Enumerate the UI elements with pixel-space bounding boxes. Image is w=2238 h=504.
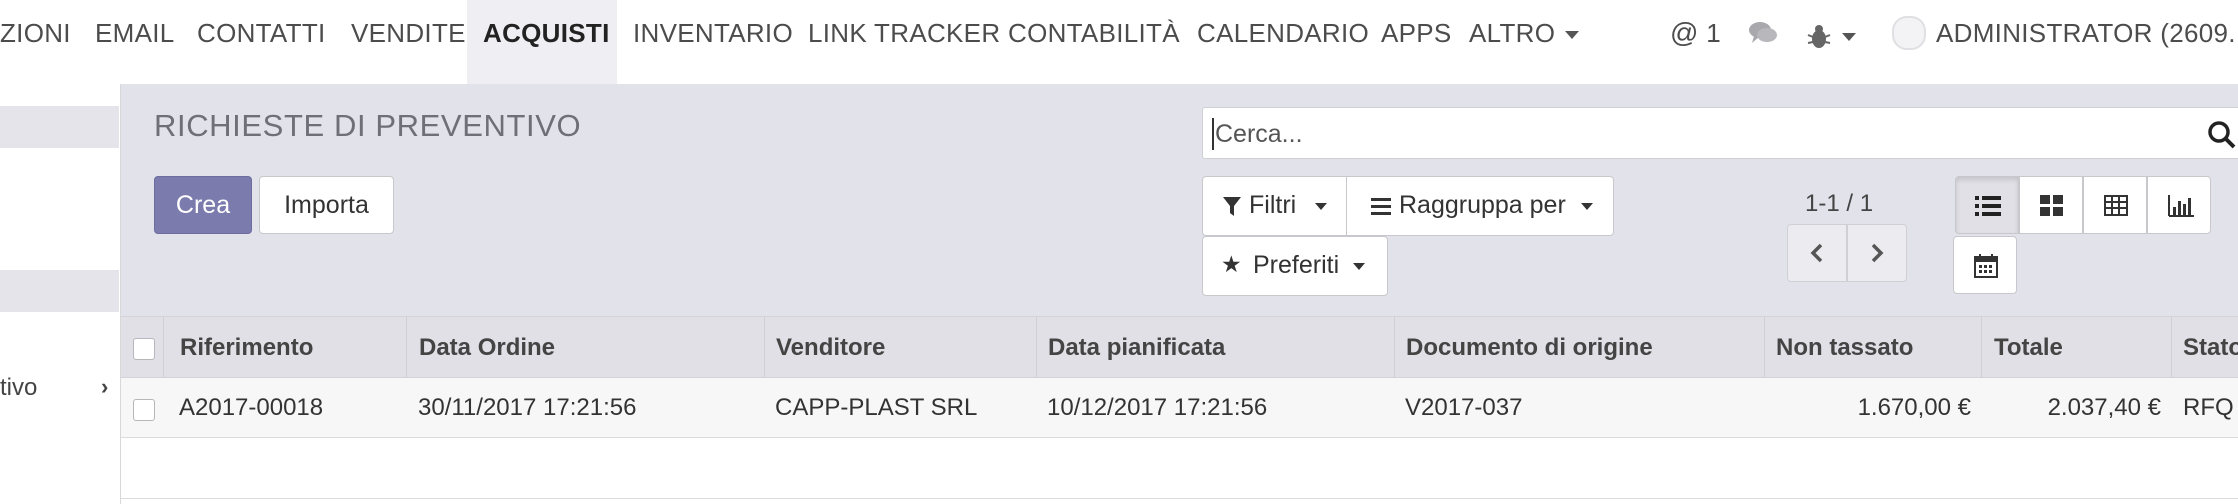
chevron-down-icon	[1581, 203, 1593, 210]
sidebar-item-rfq[interactable]: tivo ›	[0, 372, 119, 406]
table-icon	[2104, 195, 2128, 216]
column-divider	[406, 317, 407, 379]
column-header-stato[interactable]: Stato	[2183, 317, 2238, 379]
chevron-down-icon	[1315, 203, 1327, 210]
mention-count: 1	[1706, 18, 1722, 48]
calendar-view-button[interactable]	[1953, 236, 2017, 294]
chevron-down-icon	[1565, 31, 1580, 40]
column-header-riferimento[interactable]: Riferimento	[180, 317, 313, 379]
nav-item-inventario[interactable]: INVENTARIO	[633, 0, 793, 84]
column-divider	[1764, 317, 1765, 379]
sidebar-header-band	[0, 106, 119, 148]
column-divider	[163, 317, 164, 379]
cell-documento-origine: V2017-037	[1405, 394, 1523, 421]
at-icon: @	[1670, 17, 1699, 48]
kanban-view-button[interactable]	[2019, 176, 2083, 234]
page-title: RICHIESTE DI PREVENTIVO	[154, 108, 582, 143]
chat-icon	[1749, 22, 1777, 43]
favorites-label: Preferiti	[1253, 251, 1340, 279]
list-view-button[interactable]	[1955, 176, 2019, 234]
calendar-icon	[1974, 254, 1998, 278]
column-header-venditore[interactable]: Venditore	[776, 317, 885, 379]
group-by-button[interactable]: Raggruppa per	[1346, 176, 1614, 236]
list-view-icon	[1975, 196, 2001, 216]
chevron-right-icon	[1871, 243, 1884, 263]
nav-item-link-tracker[interactable]: LINK TRACKER	[808, 0, 1000, 84]
search-bar[interactable]: Cerca...	[1202, 107, 2238, 159]
select-all-checkbox[interactable]	[133, 338, 155, 360]
import-button[interactable]: Importa	[259, 176, 394, 234]
column-divider	[764, 317, 765, 379]
graph-view-button[interactable]	[2147, 176, 2211, 234]
cell-totale: 2.037,40 €	[2047, 394, 2161, 421]
column-divider	[1394, 317, 1395, 379]
nav-item-altro-label: ALTRO	[1469, 18, 1556, 48]
pager-next-button[interactable]	[1847, 224, 1907, 282]
nav-item-email[interactable]: EMAIL	[95, 0, 175, 84]
list-bars-icon	[1371, 198, 1391, 215]
column-divider	[1036, 317, 1037, 379]
kanban-view-icon	[2040, 195, 2063, 216]
nav-item-azioni[interactable]: ZIONI	[0, 0, 71, 84]
chevron-down-icon	[1353, 263, 1365, 270]
column-divider	[1981, 317, 1982, 379]
user-menu[interactable]: ADMINISTRATOR (2609...	[1892, 0, 2238, 84]
bug-icon	[1807, 25, 1831, 49]
create-button[interactable]: Crea	[154, 176, 252, 234]
search-input[interactable]: Cerca...	[1215, 120, 1303, 149]
pivot-view-button[interactable]	[2083, 176, 2147, 234]
nav-item-altro[interactable]: ALTRO	[1469, 0, 1580, 84]
sidebar: tivo ›	[0, 84, 121, 504]
cell-data-pianificata: 10/12/2017 17:21:56	[1047, 394, 1268, 421]
column-header-non-tassato[interactable]: Non tassato	[1776, 317, 1913, 379]
table-row[interactable]: A2017-00018 30/11/2017 17:21:56 CAPP-PLA…	[121, 378, 2238, 438]
chevron-right-icon: ›	[101, 374, 109, 399]
nav-item-apps[interactable]: APPS	[1381, 0, 1452, 84]
text-cursor	[1212, 118, 1214, 150]
nav-item-acquisti[interactable]: ACQUISTI	[467, 0, 617, 84]
column-header-totale[interactable]: Totale	[1994, 317, 2063, 379]
nav-item-contatti[interactable]: CONTATTI	[197, 0, 326, 84]
table-header: Riferimento Data Ordine Venditore Data p…	[121, 316, 2238, 379]
favorites-button[interactable]: ★ Preferiti	[1202, 236, 1388, 296]
nav-item-calendario[interactable]: CALENDARIO	[1197, 0, 1369, 84]
top-navbar: ZIONI EMAIL CONTATTI VENDITE ACQUISTI IN…	[0, 0, 2238, 84]
search-icon[interactable]	[2207, 120, 2237, 150]
user-name: ADMINISTRATOR (2609...	[1936, 18, 2238, 48]
debug-menu-button[interactable]	[1806, 18, 1856, 52]
group-by-label: Raggruppa per	[1399, 191, 1566, 219]
chevron-left-icon	[1810, 243, 1823, 263]
chat-button[interactable]	[1748, 20, 1778, 50]
filters-button[interactable]: Filtri	[1202, 176, 1347, 236]
filters-label: Filtri	[1249, 191, 1297, 219]
pager-value: 1-1 / 1	[1805, 190, 1874, 217]
empty-table-row	[121, 438, 2238, 499]
cell-riferimento: A2017-00018	[179, 394, 324, 421]
nav-item-contabilita[interactable]: CONTABILITÀ	[1008, 0, 1180, 84]
sidebar-header-band	[0, 270, 119, 312]
cell-venditore: CAPP-PLAST SRL	[775, 394, 978, 421]
star-icon: ★	[1221, 251, 1242, 277]
sidebar-item-label: tivo	[0, 374, 38, 401]
column-divider	[2171, 317, 2172, 379]
cell-non-tassato: 1.670,00 €	[1857, 394, 1971, 421]
nav-item-vendite[interactable]: VENDITE	[351, 0, 466, 84]
mentions-button[interactable]: @ 1	[1670, 0, 1721, 84]
column-header-documento-origine[interactable]: Documento di origine	[1406, 317, 1653, 379]
avatar	[1892, 16, 1926, 51]
filter-icon	[1223, 197, 1241, 216]
cell-stato: RFQ	[2183, 394, 2234, 421]
chevron-down-icon	[1842, 33, 1856, 42]
cell-data-ordine: 30/11/2017 17:21:56	[418, 394, 637, 421]
row-checkbox[interactable]	[133, 399, 155, 421]
column-header-data-ordine[interactable]: Data Ordine	[419, 317, 555, 379]
column-header-data-pianificata[interactable]: Data pianificata	[1048, 317, 1225, 379]
bar-chart-icon	[2168, 195, 2194, 217]
pager-previous-button[interactable]	[1787, 224, 1847, 282]
